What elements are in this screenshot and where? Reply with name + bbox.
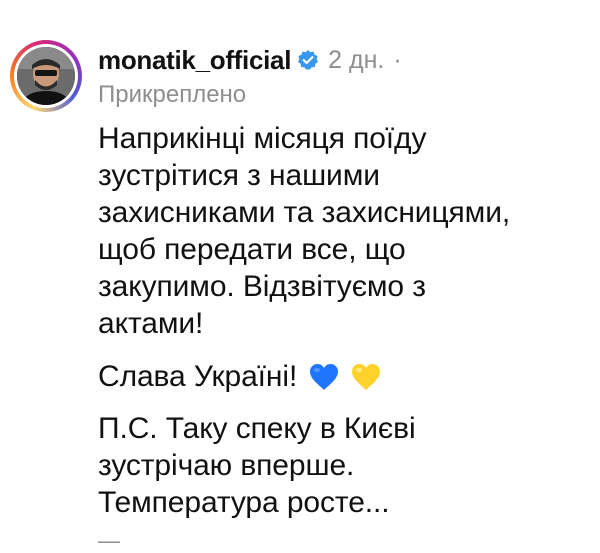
- timestamp[interactable]: 2 дн.: [328, 46, 384, 75]
- comment-line: захисниками та захисницями,: [98, 196, 511, 229]
- comment-line: Слава Україні!: [98, 360, 298, 393]
- username-link[interactable]: monatik_official: [98, 45, 291, 76]
- comment-line: зустрітися з нашими: [98, 159, 380, 192]
- comment-body: monatik_official 2 дн. · Прикреплено Нап…: [98, 40, 588, 552]
- comment-paragraph-1: Наприкінці місяця поїду зустрітися з наш…: [98, 120, 588, 342]
- comment-line: закупимо. Відзвітуємо з: [98, 270, 426, 303]
- comment-paragraph-3: П.С. Таку спеку в Києві зустрічаю вперше…: [98, 410, 588, 521]
- blue-heart-icon: [309, 363, 339, 391]
- meta-separator: ·: [393, 45, 402, 74]
- avatar-frame: [14, 44, 78, 108]
- comment-paragraph-2: Слава Україні!: [98, 358, 588, 395]
- comment-line: зустрічаю вперше.: [98, 449, 355, 482]
- comment-line: Наприкінці місяця поїду: [98, 122, 427, 155]
- comment: monatik_official 2 дн. · Прикреплено Нап…: [10, 40, 590, 552]
- comment-header: monatik_official 2 дн. ·: [98, 40, 588, 80]
- story-ring[interactable]: [10, 40, 82, 112]
- comment-line: П.С. Таку спеку в Києві: [98, 412, 416, 445]
- comment-line: Температура росте...: [98, 486, 390, 519]
- yellow-heart-icon: [351, 363, 381, 391]
- avatar-photo-icon: [17, 47, 75, 105]
- more-indicator[interactable]: —: [98, 530, 588, 552]
- avatar[interactable]: [17, 47, 75, 105]
- comment-line: актами!: [98, 307, 204, 340]
- pinned-label: Прикреплено: [98, 81, 247, 108]
- verified-badge-icon: [297, 49, 319, 71]
- comment-line: щоб передати все, що: [98, 233, 406, 266]
